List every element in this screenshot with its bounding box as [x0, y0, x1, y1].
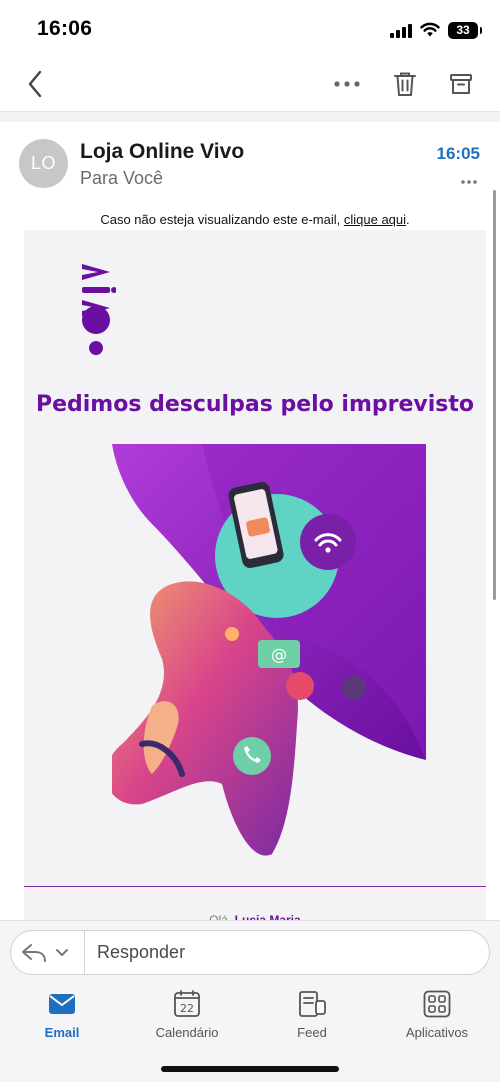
reply-button-label[interactable]: Responder — [97, 942, 185, 963]
tab-apps-label: Aplicativos — [405, 1025, 469, 1040]
tab-feed-label: Feed — [297, 1025, 327, 1040]
delete-button[interactable] — [387, 66, 423, 102]
view-notice-suffix: . — [406, 212, 410, 227]
vivo-logo — [82, 264, 116, 355]
view-in-browser-notice: Caso não esteja visualizando este e-mail… — [24, 212, 486, 227]
status-icons: 33 — [390, 20, 482, 40]
bottom-tab-bar: Email 22 Calendário Feed Aplicativos — [0, 988, 500, 1048]
tab-calendar[interactable]: 22 Calendário — [132, 988, 242, 1040]
archive-button[interactable] — [443, 66, 479, 102]
cellular-signal-icon — [390, 22, 412, 38]
archive-icon — [450, 74, 472, 94]
status-bar: 16:06 33 — [0, 0, 500, 56]
status-time: 16:06 — [37, 17, 93, 40]
chevron-left-icon — [28, 70, 42, 98]
tab-email-label: Email — [44, 1025, 80, 1040]
view-in-browser-link[interactable]: clique aqui — [344, 212, 406, 227]
more-options-button[interactable] — [329, 66, 365, 102]
ellipsis-icon — [461, 180, 477, 184]
hero-illustration: @ — [112, 444, 426, 856]
wifi-icon — [420, 22, 440, 37]
scrollbar[interactable] — [493, 190, 496, 600]
message-toolbar — [0, 56, 500, 112]
calendar-icon: 22 — [174, 990, 200, 1017]
battery-level: 33 — [456, 23, 470, 37]
tab-email[interactable]: Email — [7, 988, 117, 1040]
back-button[interactable] — [17, 66, 53, 102]
content-divider — [24, 886, 486, 887]
reply-options-button[interactable] — [21, 939, 81, 967]
trash-icon — [394, 72, 416, 96]
view-notice-text: Caso não esteja visualizando este e-mail… — [100, 212, 341, 227]
message-header: LO Loja Online Vivo Para Você 16:05 — [0, 122, 500, 208]
apps-grid-icon — [423, 990, 451, 1018]
avatar[interactable]: LO — [19, 139, 68, 188]
tab-feed[interactable]: Feed — [257, 988, 367, 1040]
message-time: 16:05 — [436, 144, 480, 163]
reply-bar[interactable]: Responder — [10, 930, 490, 975]
chevron-down-icon — [56, 949, 68, 956]
sender-name[interactable]: Loja Online Vivo — [80, 140, 244, 164]
reply-separator — [84, 931, 85, 974]
email-headline: Pedimos desculpas pelo imprevisto — [35, 392, 475, 417]
message-more-button[interactable] — [460, 172, 478, 190]
svg-text:@: @ — [271, 645, 287, 664]
tab-calendar-label: Calendário — [155, 1025, 219, 1040]
calendar-day: 22 — [180, 1002, 194, 1015]
tab-apps[interactable]: Aplicativos — [382, 988, 492, 1040]
header-separator — [0, 112, 500, 122]
recipient-line[interactable]: Para Você — [80, 168, 163, 189]
mail-icon — [49, 994, 75, 1014]
home-indicator — [161, 1066, 339, 1072]
feed-icon — [299, 991, 326, 1017]
reply-arrow-icon — [22, 944, 46, 962]
email-content: Pedimos desculpas pelo imprevisto @ — [24, 230, 486, 930]
battery-icon: 33 — [448, 21, 482, 39]
ellipsis-icon — [334, 81, 360, 87]
